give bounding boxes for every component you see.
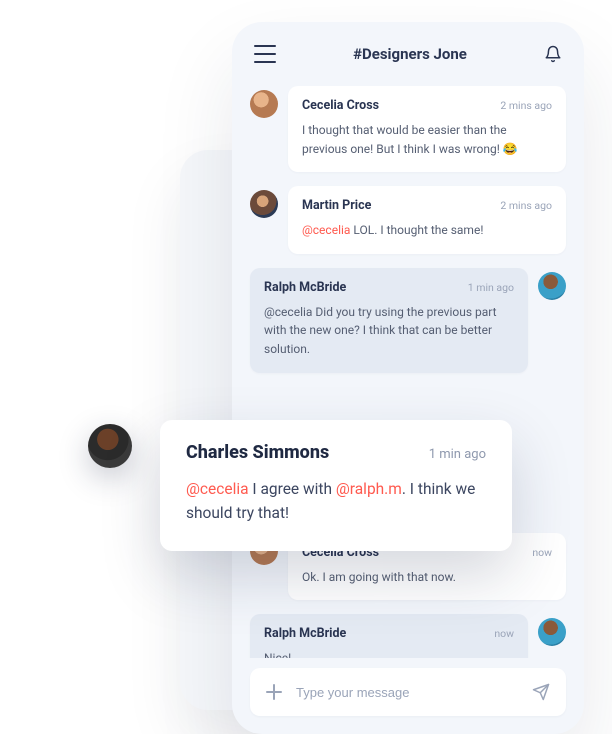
message-time: 2 mins ago: [500, 199, 552, 212]
message-author: Cecelia Cross: [302, 98, 379, 113]
message-bubble: Ralph McBride now Nice!: [250, 614, 528, 658]
message-author: Charles Simmons: [186, 442, 329, 463]
channel-title: #Designers Jone: [353, 45, 467, 63]
message-time: now: [494, 627, 514, 640]
highlighted-message-card: Charles Simmons 1 min ago @cecelia I agr…: [160, 420, 512, 551]
text-segment: LOL. I thought the same!: [350, 223, 483, 237]
message-body: @cecelia I agree with @ralph.m. I think …: [186, 477, 486, 525]
text-segment: I thought that would be easier than the …: [302, 123, 518, 156]
message-bubble: Ralph McBride 1 min ago @cecelia Did you t…: [250, 268, 528, 373]
message-author: Ralph McBride: [264, 280, 346, 295]
send-icon[interactable]: [532, 683, 550, 701]
message-body: Nice!: [264, 649, 514, 658]
avatar: [538, 618, 566, 646]
avatar: [250, 90, 278, 118]
message-time: now: [532, 546, 552, 559]
composer-input[interactable]: [296, 685, 518, 700]
message-bubble: Cecelia Cross 2 mins ago I thought that wo…: [288, 86, 566, 172]
message-author: Martin Price: [302, 198, 371, 213]
text-segment: Ok. I am going with that now.: [302, 570, 456, 584]
message-time: 2 mins ago: [500, 99, 552, 112]
message-time: 1 min ago: [468, 281, 514, 294]
mention[interactable]: @ralph.m: [336, 480, 402, 498]
message-row: Martin Price 2 mins ago @cecelia LOL. I th…: [250, 186, 566, 254]
attach-icon[interactable]: [266, 684, 282, 700]
mention[interactable]: @cecelia: [186, 480, 249, 498]
avatar: [538, 272, 566, 300]
mention[interactable]: @cecelia: [302, 223, 350, 237]
message-body: I thought that would be easier than the …: [302, 121, 552, 158]
message-row: Cecelia Cross 2 mins ago I thought that wo…: [250, 86, 566, 172]
avatar: [88, 424, 132, 468]
top-bar: #Designers Jone: [232, 22, 584, 86]
text-segment: @cecelia Did you try using the previous …: [264, 305, 497, 356]
text-segment: I agree with: [249, 480, 336, 498]
message-author: Ralph McBride: [264, 626, 346, 641]
message-row: Ralph McBride 1 min ago @cecelia Did you t…: [250, 268, 566, 373]
message-bubble: Martin Price 2 mins ago @cecelia LOL. I th…: [288, 186, 566, 254]
message-body: @cecelia LOL. I thought the same!: [302, 221, 552, 240]
phone-frame: #Designers Jone Cecelia Cross 2 mins ago I…: [232, 22, 584, 734]
message-body: @cecelia Did you try using the previous …: [264, 303, 514, 359]
text-segment: Nice!: [264, 651, 291, 658]
notifications-icon[interactable]: [544, 43, 562, 65]
message-list: Cecelia Cross 2 mins ago I thought that wo…: [232, 86, 584, 658]
menu-icon[interactable]: [254, 45, 276, 63]
message-row: Ralph McBride now Nice!: [250, 614, 566, 658]
avatar: [250, 190, 278, 218]
message-composer: [250, 668, 566, 716]
message-time: 1 min ago: [429, 447, 486, 462]
message-body: Ok. I am going with that now.: [302, 568, 552, 587]
